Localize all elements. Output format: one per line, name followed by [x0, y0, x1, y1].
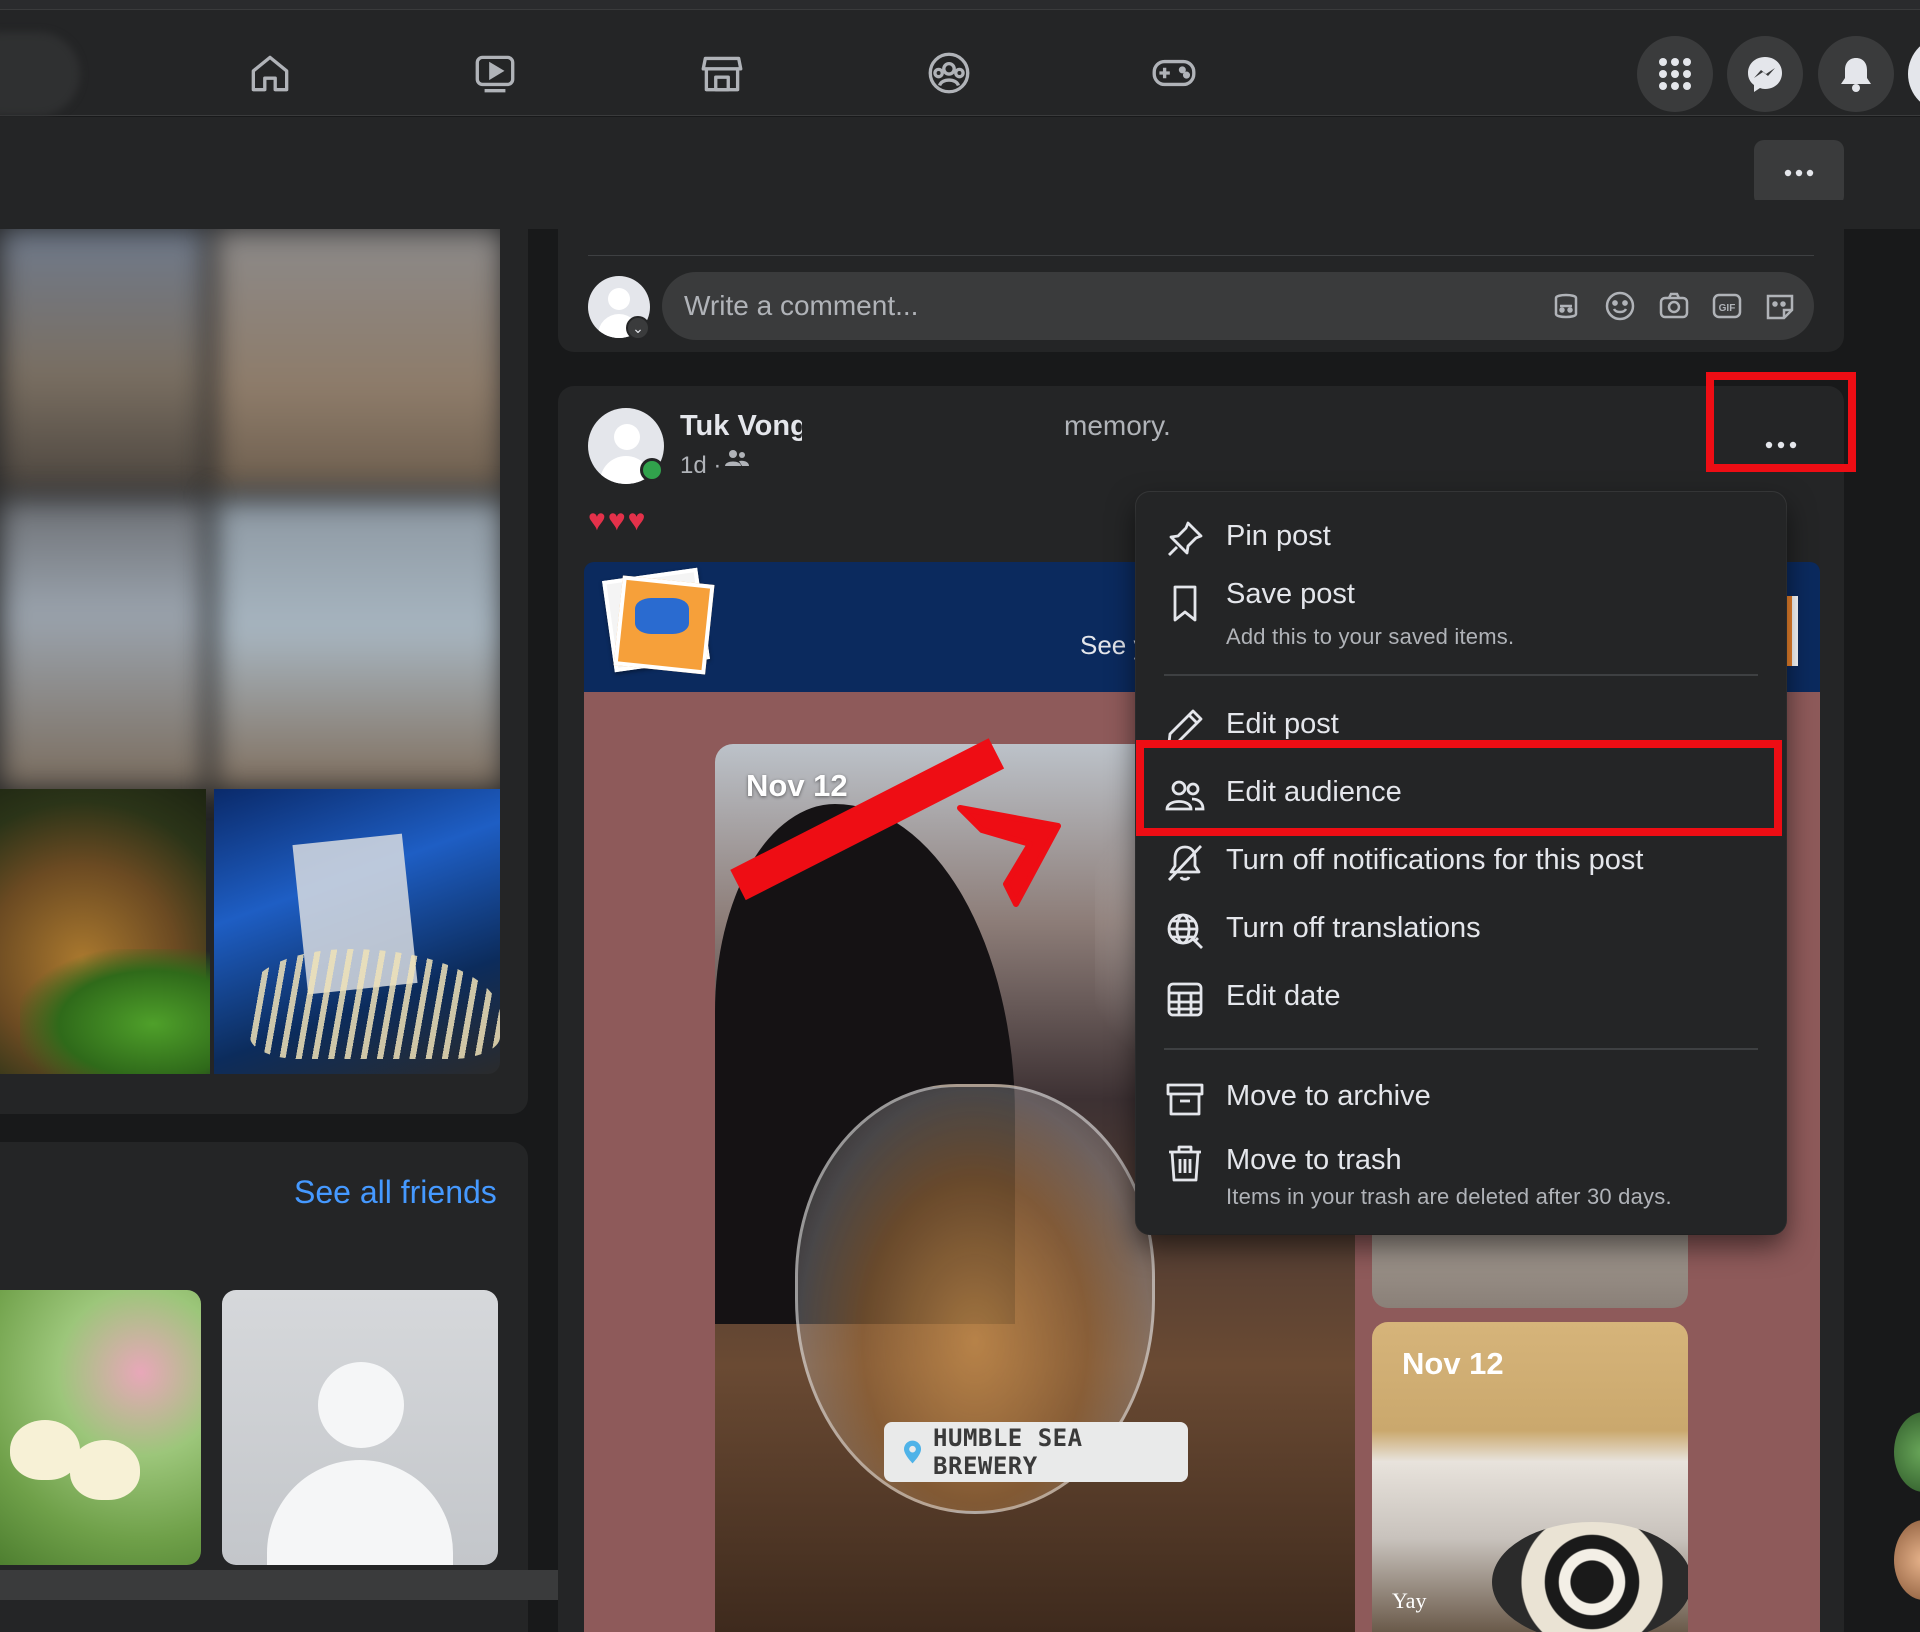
photos-grid	[0, 229, 500, 1074]
location-sticker[interactable]: HUMBLE SEA BREWERY	[884, 1422, 1188, 1482]
online-status-dot	[640, 458, 664, 482]
more-dots-icon	[1784, 169, 1814, 177]
search-area[interactable]	[0, 32, 80, 116]
chevron-down-icon[interactable]: ⌄	[626, 316, 650, 340]
comment-placeholder: Write a comment...	[684, 290, 919, 321]
menu-item-label: Edit date	[1226, 980, 1341, 1012]
menu-item-label: Pin post	[1226, 520, 1331, 552]
sticker-icon[interactable]	[1762, 288, 1798, 324]
annotation-arrow-icon	[957, 805, 1061, 907]
menu-item-turn-off-translations[interactable]: Turn off translations	[1136, 904, 1786, 958]
nav-marketplace[interactable]	[680, 36, 764, 110]
menu-item-pin-post[interactable]: Pin post	[1136, 512, 1786, 566]
emoji-icon[interactable]	[1602, 288, 1638, 324]
gif-icon[interactable]: GIF	[1709, 288, 1745, 324]
marketplace-icon	[701, 56, 743, 92]
archive-icon	[1166, 1083, 1204, 1116]
top-navigation-bar	[0, 10, 1920, 116]
photo-leaves	[20, 949, 210, 1074]
watch-icon	[475, 55, 515, 93]
menu-item-label: Move to trash	[1226, 1144, 1402, 1176]
friend-tile[interactable]	[0, 1290, 201, 1565]
default-avatar-body	[267, 1460, 453, 1565]
menu-item-label: Move to archive	[1226, 1080, 1431, 1112]
home-icon	[251, 55, 289, 92]
menu-item-move-to-trash[interactable]: Move to trash Items in your trash are de…	[1136, 1132, 1786, 1216]
menu-item-description: Add this to your saved items.	[1226, 624, 1515, 649]
svg-text:GIF: GIF	[1719, 303, 1736, 314]
memory-date-label: Nov 12	[1402, 1346, 1504, 1381]
nav-gaming[interactable]	[1132, 36, 1216, 110]
account-avatar[interactable]	[1908, 36, 1920, 112]
menu-item-move-to-archive[interactable]: Move to archive	[1136, 1072, 1786, 1126]
menu-item-description: Items in your trash are deleted after 30…	[1226, 1184, 1672, 1209]
post-text-snippet: memory.	[1064, 410, 1171, 441]
menu-item-label: Turn off notifications for this post	[1226, 844, 1644, 876]
post-author-name[interactable]: Tuk Vong	[680, 410, 802, 443]
messenger-icon	[1748, 57, 1782, 92]
gaming-icon	[1152, 59, 1196, 87]
menu-item-edit-date[interactable]: Edit date	[1136, 972, 1786, 1026]
photo-thumbnail[interactable]	[214, 499, 500, 789]
menu-button[interactable]	[1637, 36, 1713, 112]
post-hearts: ♥♥♥	[588, 504, 648, 537]
camera-icon[interactable]	[1656, 288, 1692, 324]
bookmark-icon	[1173, 585, 1197, 622]
photo-sushi-plate	[1492, 1522, 1688, 1632]
profile-more-button[interactable]	[1754, 140, 1844, 206]
calendar-icon	[1167, 982, 1203, 1017]
friends-audience-icon[interactable]	[724, 446, 750, 472]
menu-item-label: Turn off translations	[1226, 912, 1481, 944]
browser-tab-strip	[0, 0, 1920, 10]
memory-date-label: Nov 12	[746, 768, 848, 803]
notifications-button[interactable]	[1818, 36, 1894, 112]
menu-item-label: Edit post	[1226, 708, 1339, 740]
menu-grid-icon	[1659, 58, 1691, 90]
duck-illustration	[70, 1440, 140, 1500]
menu-separator	[1164, 674, 1758, 676]
post-timestamp[interactable]: 1d ·	[680, 452, 721, 480]
bell-off-icon	[1167, 845, 1203, 881]
avatar-sticker-icon[interactable]	[1548, 288, 1584, 324]
see-all-friends-link[interactable]: See all friends	[294, 1174, 497, 1211]
photo-thumbnail[interactable]	[214, 229, 500, 491]
menu-item-label: Save post	[1226, 578, 1355, 610]
contact-avatar[interactable]	[1894, 1520, 1920, 1600]
nav-watch[interactable]	[453, 36, 537, 110]
photo-caption: Yay	[1392, 1588, 1427, 1613]
default-avatar-head	[318, 1362, 404, 1448]
annotation-highlight-options	[1706, 372, 1856, 472]
notifications-icon	[1841, 58, 1871, 92]
contact-avatar[interactable]	[1894, 1412, 1920, 1492]
menu-item-save-post[interactable]: Save post Add this to your saved items.	[1136, 572, 1786, 654]
photo-thumbnail[interactable]	[0, 499, 206, 789]
annotation-highlight-edit-audience	[1136, 740, 1782, 836]
menu-item-turn-off-notifications[interactable]: Turn off notifications for this post	[1136, 836, 1786, 890]
nav-home[interactable]	[228, 36, 312, 110]
pin-icon	[1168, 521, 1203, 556]
messenger-button[interactable]	[1727, 36, 1803, 112]
divider	[588, 255, 1814, 256]
memory-photo-icon	[635, 598, 689, 634]
globe-translate-icon	[1167, 913, 1203, 949]
location-pin-icon	[904, 1440, 922, 1464]
friend-tile[interactable]	[222, 1290, 498, 1565]
groups-icon	[928, 52, 970, 94]
nav-groups[interactable]	[907, 36, 991, 110]
photo-thumbnail[interactable]	[0, 229, 206, 491]
trash-icon	[1169, 1145, 1201, 1182]
location-name: HUMBLE SEA BREWERY	[933, 1424, 1083, 1480]
menu-separator	[1164, 1048, 1758, 1050]
